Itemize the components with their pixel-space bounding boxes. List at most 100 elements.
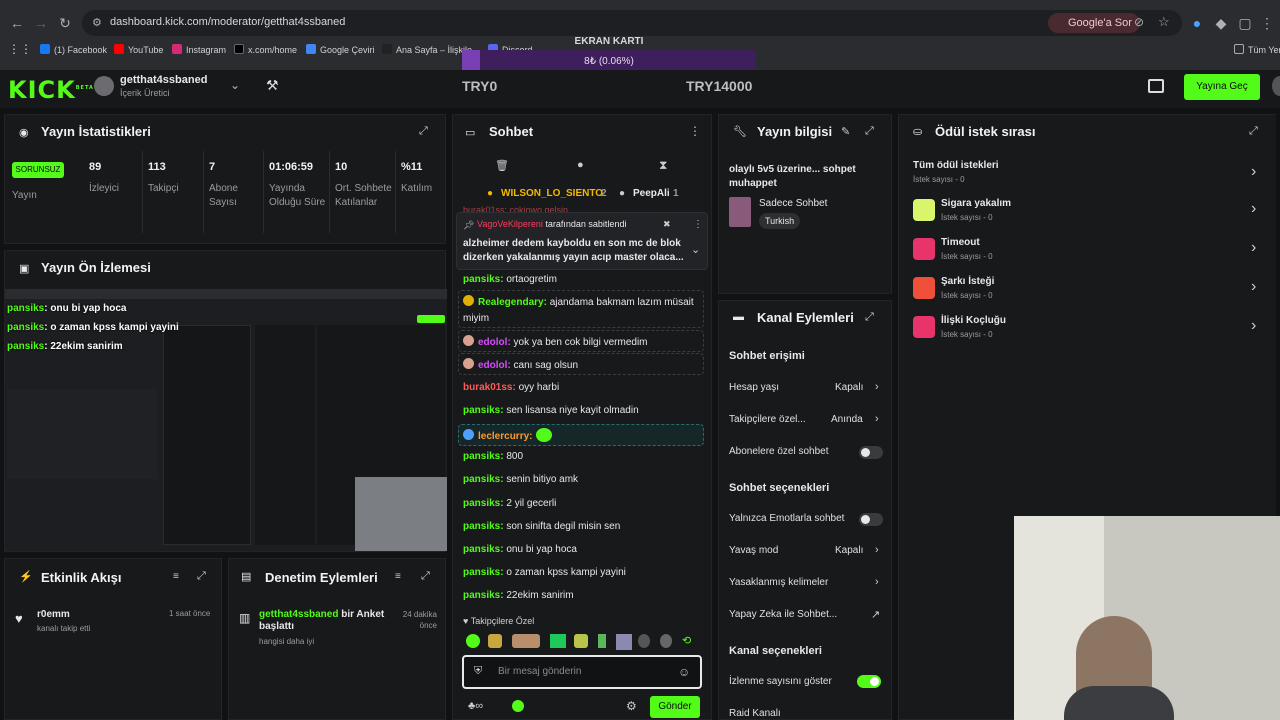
- extension2-icon[interactable]: ◆: [1212, 14, 1230, 32]
- reload-icon[interactable]: ↻: [56, 14, 74, 32]
- chat-message[interactable]: pansiks: onu bi yap hoca: [463, 544, 577, 555]
- emote-icon[interactable]: [660, 634, 672, 648]
- extensions-puzzle-icon[interactable]: ▢: [1236, 14, 1254, 32]
- chat-username[interactable]: pansiks:: [463, 544, 504, 555]
- chat-username[interactable]: leclercurry:: [478, 431, 532, 442]
- expand-icon[interactable]: ⤢: [1249, 125, 1258, 138]
- emote-icon[interactable]: [488, 634, 502, 648]
- chat-message[interactable]: edolol: canı sag olsun: [463, 358, 578, 371]
- address-bar[interactable]: ⚙ dashboard.kick.com/moderator/getthat4s…: [82, 10, 1182, 36]
- hourglass-icon[interactable]: ⧗: [659, 158, 667, 173]
- chevron-right-icon[interactable]: ›: [1251, 278, 1256, 296]
- account-age-value[interactable]: Kapalı: [835, 382, 863, 393]
- pinned-message[interactable]: 📌︎ VagoVeKilpereni tarafından sabitlendi…: [456, 212, 708, 270]
- external-link-icon[interactable]: ↗: [871, 608, 880, 621]
- raid-label[interactable]: Raid Kanalı: [729, 708, 781, 719]
- emote-icon[interactable]: [550, 634, 566, 648]
- ai-chat-label[interactable]: Yapay Zeka ile Sohbet...: [729, 609, 837, 620]
- chat-username[interactable]: edolol:: [478, 337, 511, 348]
- chevron-right-icon[interactable]: ›: [1251, 200, 1256, 218]
- category-name[interactable]: Sadece Sohbet: [759, 198, 827, 209]
- chevron-right-icon[interactable]: ›: [1251, 317, 1256, 335]
- bookmark-youtube[interactable]: YouTube: [114, 44, 163, 55]
- chevron-right-icon[interactable]: ›: [875, 381, 879, 393]
- bookmark-x[interactable]: x.com/home: [234, 44, 297, 55]
- chevron-right-icon[interactable]: ›: [1251, 163, 1256, 181]
- emote-icon[interactable]: [574, 634, 588, 648]
- top-chatter-1[interactable]: WILSON_LO_SIENTO: [501, 188, 603, 199]
- expand-icon[interactable]: ⤢: [419, 125, 428, 138]
- expand-icon[interactable]: ⤢: [865, 125, 874, 138]
- google-ask-chip[interactable]: Google'a Sor: [1048, 13, 1140, 33]
- profile-avatar[interactable]: [1272, 76, 1280, 96]
- reward-name[interactable]: Timeout: [941, 237, 980, 248]
- reward-name[interactable]: İlişki Koçluğu: [941, 315, 1006, 326]
- chat-username[interactable]: pansiks:: [463, 567, 504, 578]
- menu-dots-icon[interactable]: ⋮: [1258, 14, 1276, 32]
- chat-username[interactable]: pansiks:: [463, 474, 504, 485]
- pinned-by-user[interactable]: VagoVeKilpereni: [477, 219, 543, 229]
- moderation-user[interactable]: getthat4ssbaned: [259, 609, 338, 620]
- chat-menu-dots-icon[interactable]: ⋮: [689, 124, 701, 138]
- chat-message[interactable]: edolol: yok ya ben cok bilgi vermedim: [463, 335, 648, 348]
- chevron-right-icon[interactable]: ›: [875, 576, 879, 588]
- chat-users-icon[interactable]: ♣∞: [468, 700, 483, 712]
- pinned-menu-dots-icon[interactable]: ⋮: [693, 219, 703, 230]
- edit-pencil-icon[interactable]: ✎: [841, 125, 850, 138]
- extension-icon[interactable]: ●: [1188, 14, 1206, 32]
- preview-video[interactable]: pansiks: onu bi yap hoca pansiks: o zaman…: [5, 289, 447, 551]
- chevron-right-icon[interactable]: ›: [1251, 239, 1256, 257]
- obs-icon[interactable]: [1148, 79, 1164, 93]
- chevron-right-icon[interactable]: ›: [875, 413, 879, 425]
- chevron-right-icon[interactable]: ›: [875, 544, 879, 556]
- chat-username[interactable]: pansiks:: [463, 451, 504, 462]
- site-info-icon[interactable]: ⚙: [92, 16, 102, 29]
- bookmark-all[interactable]: Tüm Yer: [1234, 44, 1280, 55]
- avatar[interactable]: [94, 76, 114, 96]
- emoji-icon[interactable]: ☺: [678, 665, 690, 679]
- forward-icon[interactable]: →: [32, 14, 50, 32]
- unpin-icon[interactable]: ✖: [663, 219, 671, 230]
- banned-words-label[interactable]: Yasaklanmış kelimeler: [729, 577, 828, 588]
- reward-name[interactable]: Sigara yakalım: [941, 198, 1011, 209]
- settings-gear-icon[interactable]: ⚙: [626, 699, 637, 713]
- chat-username[interactable]: pansiks:: [463, 405, 504, 416]
- chat-username[interactable]: Realegendary:: [478, 297, 547, 308]
- expand-icon[interactable]: ⤢: [421, 570, 430, 583]
- expand-icon[interactable]: ⤢: [865, 311, 874, 324]
- trash-icon[interactable]: 🗑︎: [495, 159, 509, 172]
- send-button[interactable]: Gönder: [650, 696, 700, 718]
- bookmark-instagram[interactable]: Instagram: [172, 44, 226, 55]
- go-live-button[interactable]: Yayına Geç: [1184, 74, 1260, 100]
- chat-message[interactable]: leclercurry:: [463, 428, 553, 442]
- hammer-icon[interactable]: ⚒: [266, 77, 279, 94]
- emote-icon[interactable]: [512, 634, 540, 648]
- chat-input[interactable]: ⛨ Bir mesaj gönderin ☺: [462, 655, 702, 689]
- chat-username[interactable]: edolol:: [478, 360, 511, 371]
- emote-icon[interactable]: ⟲: [682, 634, 691, 647]
- chat-message[interactable]: pansiks: 2 yil gecerli: [463, 498, 556, 509]
- star-icon[interactable]: ☆: [1158, 14, 1170, 30]
- chat-message[interactable]: pansiks: senin bitiyo amk: [463, 474, 578, 485]
- eye-off-icon[interactable]: ⊘: [1134, 15, 1144, 29]
- speech-bubble-icon[interactable]: ●: [577, 159, 584, 171]
- chat-message[interactable]: pansiks: 22ekim sanirim: [463, 590, 574, 601]
- chat-username[interactable]: pansiks:: [463, 521, 504, 532]
- filter-icon[interactable]: ≡: [395, 571, 401, 582]
- show-viewers-toggle[interactable]: [857, 675, 881, 688]
- emote-icon[interactable]: [638, 634, 650, 648]
- slow-mode-value[interactable]: Kapalı: [835, 545, 863, 556]
- emote-icon[interactable]: [598, 634, 606, 648]
- kick-coin-icon[interactable]: [512, 700, 524, 712]
- filter-icon[interactable]: ≡: [173, 571, 179, 582]
- emotes-only-toggle[interactable]: [859, 513, 883, 526]
- chat-message[interactable]: pansiks: sen lisansa niye kayit olmadin: [463, 405, 639, 416]
- bookmark-translate[interactable]: Google Çeviri: [306, 44, 375, 55]
- kick-logo[interactable]: KICKBETA: [8, 76, 94, 104]
- chat-message[interactable]: Realegendary: ajandama bakmam lazım müsa…: [463, 295, 699, 327]
- top-chatter-2[interactable]: PeepAli: [633, 188, 670, 199]
- chat-message[interactable]: pansiks: 800: [463, 451, 523, 462]
- subs-only-toggle[interactable]: [859, 446, 883, 459]
- chevron-down-icon[interactable]: ⌄: [691, 243, 700, 256]
- chat-username[interactable]: pansiks:: [463, 590, 504, 601]
